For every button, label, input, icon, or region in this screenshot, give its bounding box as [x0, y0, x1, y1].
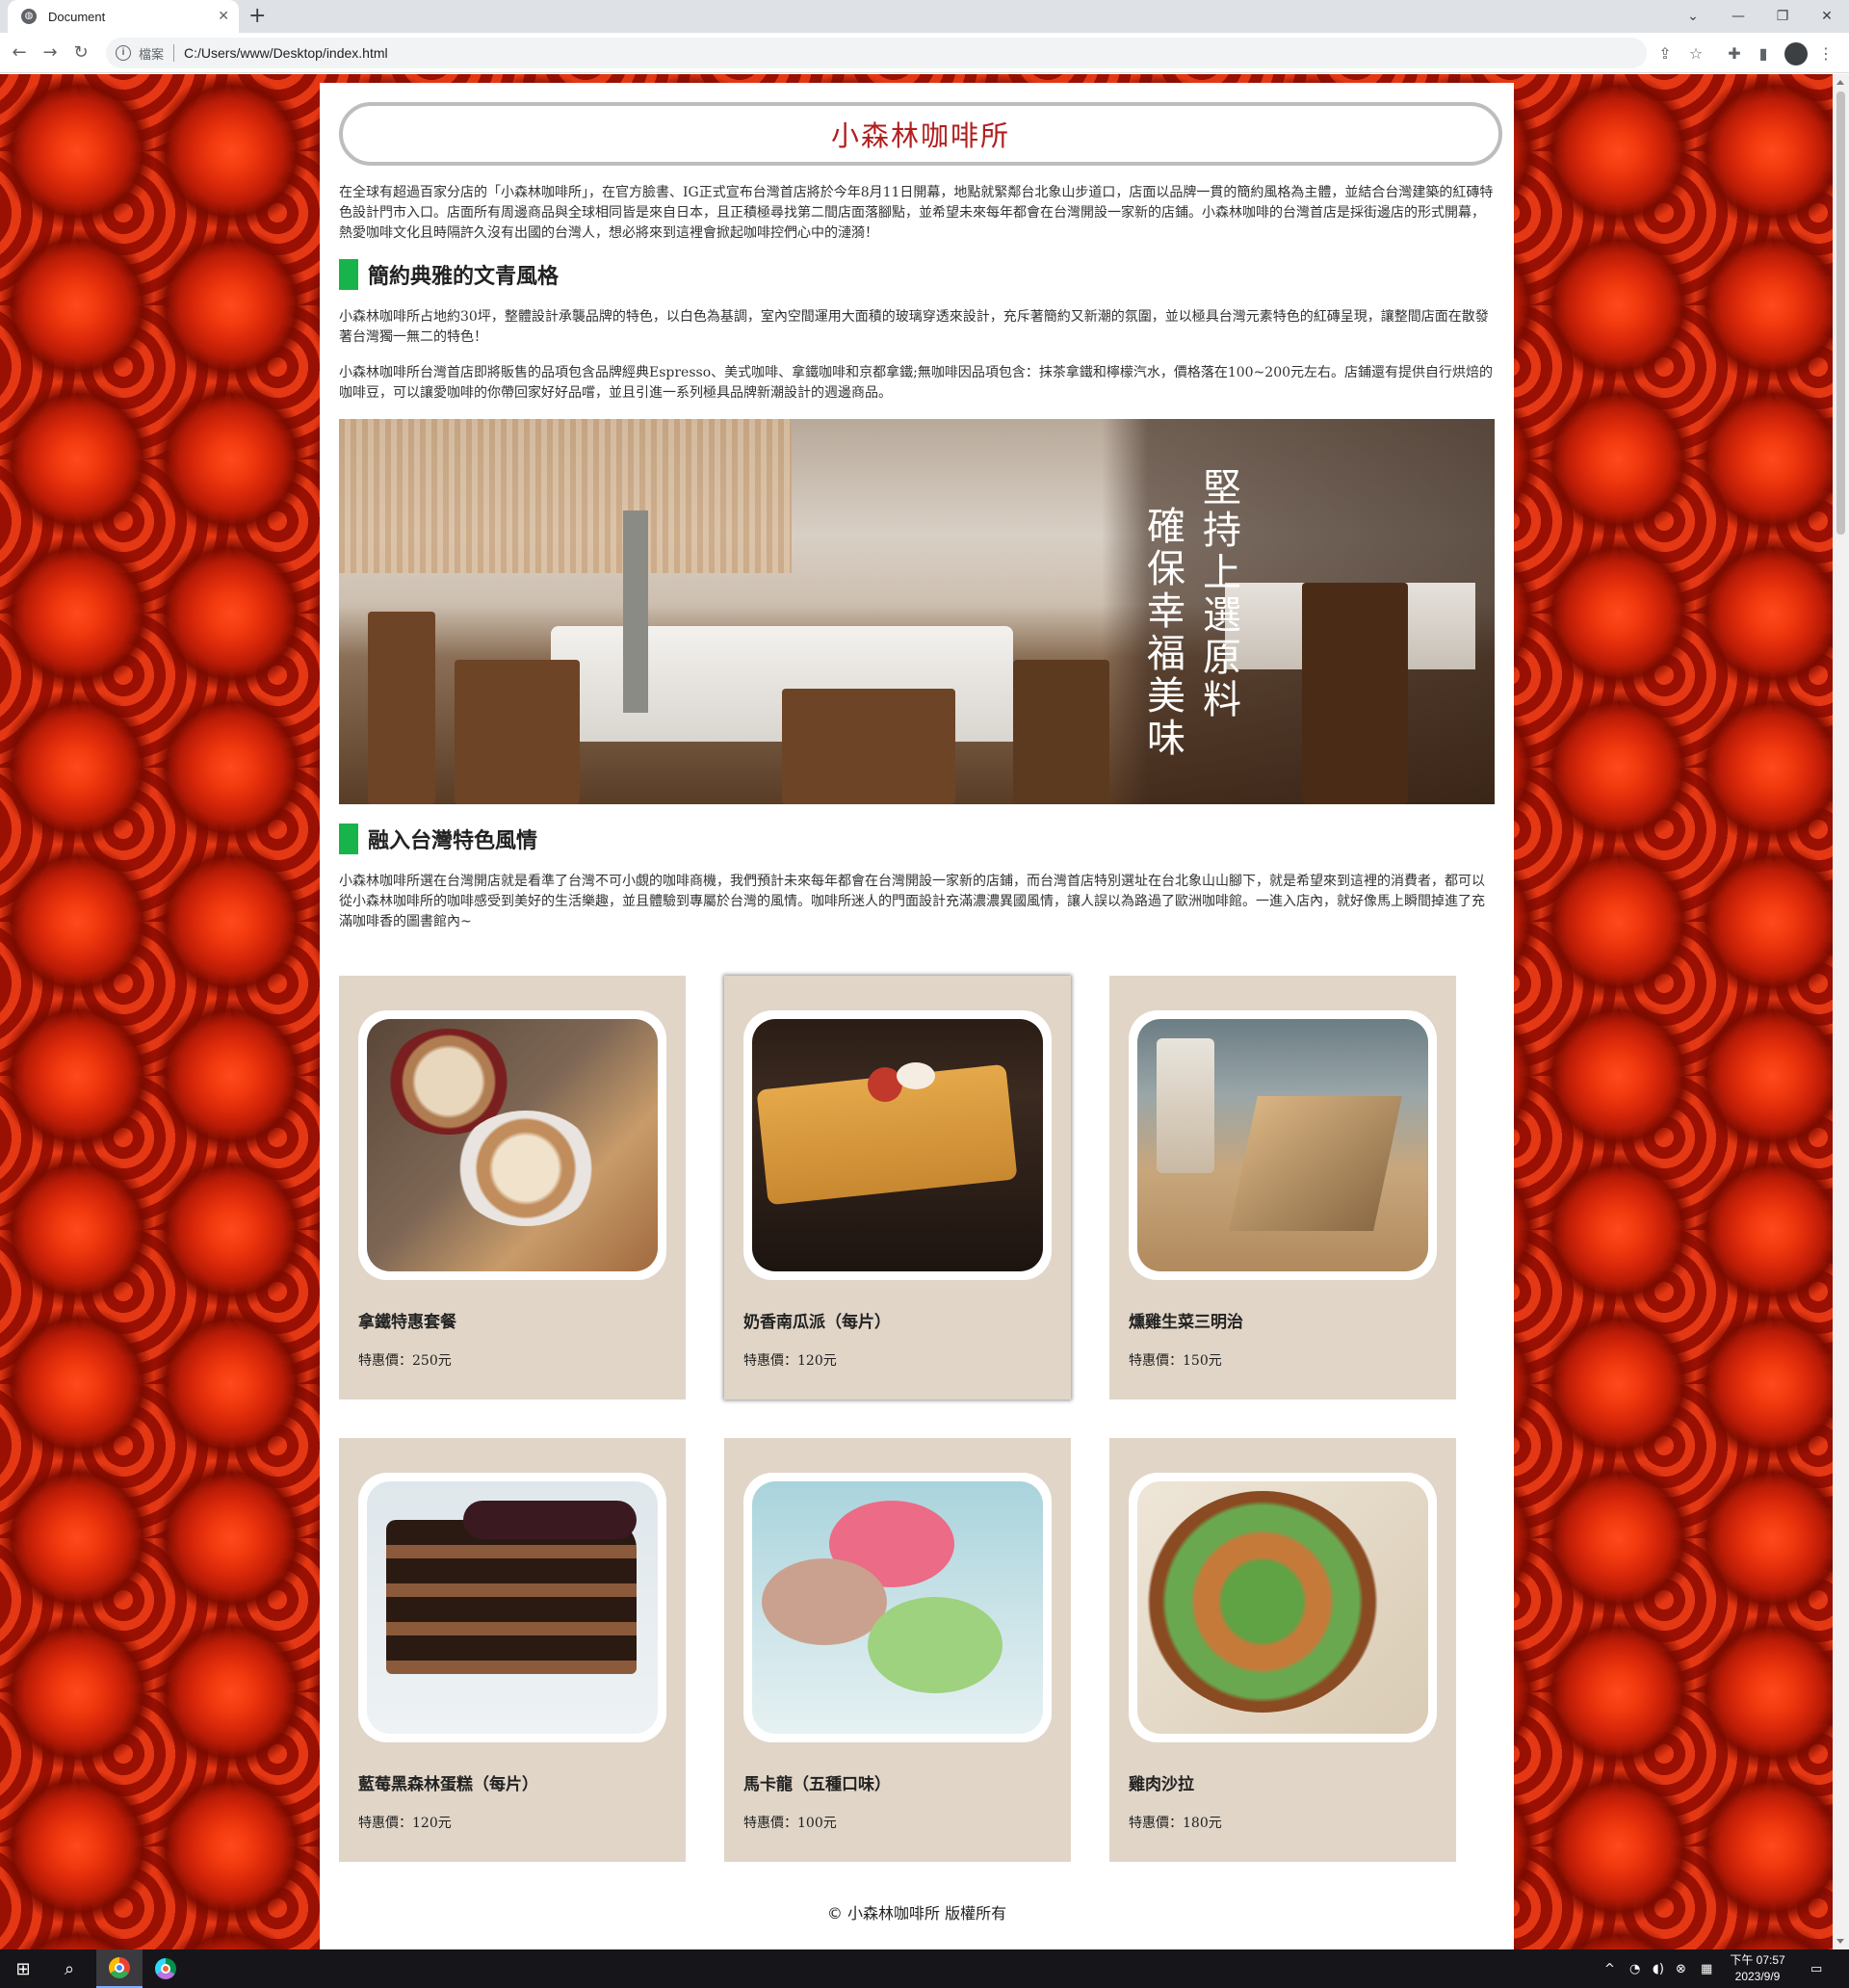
heading-marker — [339, 824, 358, 854]
product-name: 燻雞生菜三明治 — [1129, 1313, 1243, 1332]
banner-text-line-2: 確保幸福美味 — [1140, 506, 1185, 760]
banner-image: 堅持上選原料 確保幸福美味 — [339, 419, 1495, 804]
reload-icon[interactable]: ↻ — [69, 41, 92, 65]
product-card[interactable]: 馬卡龍（五種口味） 特惠價：100元 — [724, 1438, 1071, 1862]
extensions-icon[interactable]: ✚ — [1724, 43, 1745, 65]
clock-time: 下午 07:57 — [1730, 1953, 1785, 1967]
back-icon[interactable]: ← — [8, 41, 31, 65]
address-url[interactable]: C:/Users/www/Desktop/index.html — [184, 45, 388, 61]
banner-pillar — [623, 510, 648, 713]
product-name: 拿鐵特惠套餐 — [358, 1313, 456, 1332]
banner-text-line-1: 堅持上選原料 — [1196, 467, 1240, 721]
address-divider — [173, 44, 175, 62]
latte-photo — [367, 1019, 658, 1271]
menu-icon[interactable]: ⋮ — [1815, 43, 1836, 65]
search-icon[interactable]: ⌕ — [46, 1949, 92, 1988]
globe-icon: ◍ — [21, 9, 37, 24]
banner-chair — [1013, 660, 1109, 804]
share-icon[interactable]: ⇪ — [1654, 43, 1676, 65]
forward-icon[interactable]: → — [39, 41, 62, 65]
banner-chair — [455, 660, 580, 804]
product-card[interactable]: 奶香南瓜派（每片） 特惠價：120元 — [724, 976, 1071, 1399]
status-icon[interactable]: ⊗ — [1676, 1949, 1686, 1988]
product-price: 特惠價：120元 — [358, 1816, 452, 1831]
close-icon[interactable]: ✕ — [218, 9, 229, 24]
section-heading-style: 簡約典雅的文青風格 — [339, 259, 1495, 290]
chrome-icon — [109, 1957, 130, 1978]
product-name: 奶香南瓜派（每片） — [743, 1313, 891, 1332]
banner-window-blinds — [339, 419, 792, 573]
product-photo-frame — [1129, 1010, 1437, 1280]
product-price: 特惠價：120元 — [743, 1353, 837, 1369]
scroll-up-icon[interactable] — [1836, 80, 1844, 85]
product-photo-frame — [1129, 1473, 1437, 1742]
notification-icon[interactable]: ▭ — [1810, 1949, 1822, 1988]
heading-text: 融入台灣特色風情 — [368, 829, 538, 853]
heading-text: 簡約典雅的文青風格 — [368, 265, 560, 289]
app-icon — [155, 1958, 176, 1979]
tab-title: Document — [48, 9, 106, 24]
tab-document[interactable]: ◍ Document ✕ — [8, 0, 239, 33]
input-method-icon[interactable]: ▦ — [1701, 1949, 1712, 1988]
product-price: 特惠價：100元 — [743, 1816, 837, 1831]
taskbar: ⊞ ⌕ ^ ◔ ◖) ⊗ ▦ 下午 07:57 2023/9/9 ▭ — [0, 1949, 1849, 1988]
star-icon[interactable]: ☆ — [1685, 43, 1706, 65]
product-card[interactable]: 藍莓黑森林蛋糕（每片） 特惠價：120元 — [339, 1438, 686, 1862]
scroll-down-icon[interactable] — [1836, 1939, 1844, 1944]
product-card[interactable]: 燻雞生菜三明治 特惠價：150元 — [1109, 976, 1456, 1399]
product-photo-frame — [743, 1010, 1052, 1280]
minimize-button[interactable]: — — [1716, 0, 1760, 33]
macaron-photo — [752, 1481, 1043, 1734]
browser-taskbar-icon[interactable] — [143, 1949, 189, 1988]
heading-marker — [339, 259, 358, 290]
chrome-taskbar-icon[interactable] — [96, 1949, 143, 1988]
sandwich-photo — [1137, 1019, 1428, 1271]
section-heading-taiwan: 融入台灣特色風情 — [339, 824, 1495, 854]
salad-photo — [1137, 1481, 1428, 1734]
side-panel-icon[interactable]: ▮ — [1753, 43, 1774, 65]
new-tab-button[interactable]: + — [248, 4, 266, 29]
window-close-button[interactable]: ✕ — [1805, 0, 1849, 33]
network-icon[interactable]: ◔ — [1629, 1949, 1640, 1988]
restore-button[interactable]: ❐ — [1760, 0, 1805, 33]
product-name: 馬卡龍（五種口味） — [743, 1775, 891, 1794]
address-bar[interactable]: i 檔案 C:/Users/www/Desktop/index.html — [106, 38, 1647, 68]
windows-start-icon[interactable]: ⊞ — [0, 1949, 46, 1988]
system-clock[interactable]: 下午 07:57 2023/9/9 — [1724, 1952, 1791, 1985]
clock-date: 2023/9/9 — [1734, 1970, 1781, 1983]
tab-strip: ◍ Document ✕ + ⌄ — ❐ ✕ — [0, 0, 1849, 33]
site-title: 小森林咖啡所 — [339, 102, 1502, 166]
product-photo-frame — [743, 1473, 1052, 1742]
product-card[interactable]: 拿鐵特惠套餐 特惠價：250元 — [339, 976, 686, 1399]
product-price: 特惠價：150元 — [1129, 1353, 1222, 1369]
tab-search-chevron-icon[interactable]: ⌄ — [1671, 0, 1715, 33]
tray-chevron-icon[interactable]: ^ — [1604, 1949, 1615, 1988]
banner-chair — [1302, 583, 1408, 804]
banner-chair — [782, 689, 955, 804]
product-photo-frame — [358, 1473, 666, 1742]
product-name: 藍莓黑森林蛋糕（每片） — [358, 1775, 538, 1794]
banner-chair — [368, 612, 435, 804]
product-price: 特惠價：250元 — [358, 1353, 452, 1369]
product-card[interactable]: 雞肉沙拉 特惠價：180元 — [1109, 1438, 1456, 1862]
intro-paragraph: 在全球有超過百家分店的「小森林咖啡所」，在官方臉書、IG正式宣布台灣首店將於今年… — [339, 185, 1494, 241]
footer-copyright: © 小森林咖啡所 版權所有 — [826, 1904, 1007, 1923]
info-icon[interactable]: i — [116, 45, 131, 61]
volume-icon[interactable]: ◖) — [1653, 1949, 1664, 1988]
content-container: 小森林咖啡所 在全球有超過百家分店的「小森林咖啡所」，在官方臉書、IG正式宣布台… — [320, 83, 1514, 1949]
page-scrollbar[interactable] — [1833, 74, 1849, 1949]
product-price: 特惠價：180元 — [1129, 1816, 1222, 1831]
style-paragraph-1: 小森林咖啡所占地約30坪，整體設計承襲品牌的特色，以白色為基調，室內空間運用大面… — [339, 309, 1489, 345]
style-paragraph-2: 小森林咖啡所台灣首店即將販售的品項包含品牌經典Espresso、美式咖啡、拿鐵咖… — [339, 365, 1494, 401]
product-name: 雞肉沙拉 — [1129, 1775, 1194, 1794]
page-viewport: 小森林咖啡所 在全球有超過百家分店的「小森林咖啡所」，在官方臉書、IG正式宣布台… — [0, 74, 1833, 1949]
cake-photo — [367, 1481, 658, 1734]
pumpkin-pie-photo — [752, 1019, 1043, 1271]
product-photo-frame — [358, 1010, 666, 1280]
taiwan-paragraph: 小森林咖啡所選在台灣開店就是看準了台灣不可小覷的咖啡商機，我們預計未來每年都會在… — [339, 874, 1485, 929]
address-scheme: 檔案 — [139, 46, 165, 62]
profile-avatar[interactable] — [1784, 42, 1808, 65]
toolbar: ← → ↻ i 檔案 C:/Users/www/Desktop/index.ht… — [0, 33, 1849, 73]
scrollbar-thumb[interactable] — [1836, 92, 1845, 535]
